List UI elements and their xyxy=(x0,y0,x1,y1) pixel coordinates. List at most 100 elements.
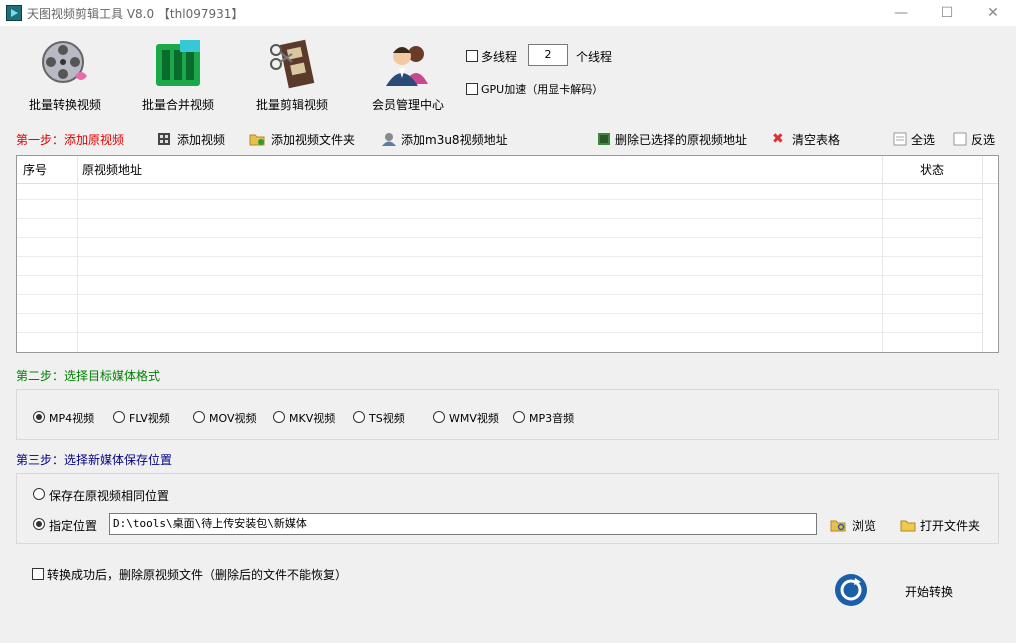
thread-count-input[interactable]: 2 xyxy=(528,44,568,66)
select-all-label: 全选 xyxy=(911,133,936,147)
column-divider xyxy=(882,156,883,352)
gpu-checkbox[interactable] xyxy=(466,83,478,95)
column-path[interactable]: 原视频地址 xyxy=(82,161,142,178)
same-location-radio[interactable] xyxy=(33,488,45,500)
video-table[interactable]: 序号 原视频地址 状态 xyxy=(16,155,999,353)
format-wmv-label: WMV视频 xyxy=(449,412,499,425)
add-video-label: 添加视频 xyxy=(177,133,226,147)
add-folder-button[interactable]: 添加视频文件夹 xyxy=(249,131,359,147)
format-mov-option[interactable]: MOV视频 xyxy=(193,410,263,426)
film-strips-icon xyxy=(152,38,204,90)
format-wmv-radio[interactable] xyxy=(433,411,445,423)
window-title: 天图视频剪辑工具 V8.0 【thl097931】 xyxy=(27,7,244,21)
close-button[interactable]: ✕ xyxy=(970,0,1016,26)
thread-unit-label: 个线程 xyxy=(576,50,613,64)
users-icon xyxy=(382,38,434,90)
batch-convert-button[interactable]: 批量转换视频 xyxy=(15,30,115,120)
table-row xyxy=(17,256,982,257)
maximize-button[interactable]: ☐ xyxy=(924,0,970,26)
table-header: 序号 原视频地址 状态 xyxy=(17,156,998,184)
save-path-input[interactable]: D:\tools\桌面\待上传安装包\新媒体 xyxy=(109,513,817,535)
format-mp3-option[interactable]: MP3音频 xyxy=(513,410,583,426)
app-icon xyxy=(6,5,22,21)
format-mkv-option[interactable]: MKV视频 xyxy=(273,410,343,426)
page-blank-icon xyxy=(953,132,967,149)
delete-after-checkbox[interactable] xyxy=(32,568,44,580)
format-mkv-label: MKV视频 xyxy=(289,412,336,425)
format-ts-option[interactable]: TS视频 xyxy=(353,410,423,426)
batch-convert-label: 批量转换视频 xyxy=(28,98,101,112)
add-m3u8-label: 添加m3u8视频地址 xyxy=(401,133,508,147)
multithread-label: 多线程 xyxy=(481,50,518,64)
step1-title: 第一步：添加原视频 xyxy=(16,133,125,147)
delete-after-label: 转换成功后，删除原视频文件（删除后的文件不能恢复） xyxy=(47,568,348,582)
format-flv-label: FLV视频 xyxy=(129,412,170,425)
column-index[interactable]: 序号 xyxy=(23,161,47,178)
table-row xyxy=(17,294,982,295)
multithread-checkbox[interactable] xyxy=(466,50,478,62)
open-folder-label: 打开文件夹 xyxy=(920,519,981,533)
film-delete-icon xyxy=(597,132,611,149)
user-link-icon xyxy=(381,132,397,149)
format-mp3-label: MP3音频 xyxy=(529,412,575,425)
clear-table-label: 清空表格 xyxy=(792,133,841,147)
format-flv-option[interactable]: FLV视频 xyxy=(113,410,183,426)
folder-open-icon xyxy=(900,518,916,535)
gpu-label: GPU加速（用显卡解码） xyxy=(481,83,604,96)
folder-add-icon xyxy=(249,132,265,149)
batch-merge-label: 批量合并视频 xyxy=(141,98,214,112)
format-ts-label: TS视频 xyxy=(369,412,405,425)
member-center-button[interactable]: 会员管理中心 xyxy=(358,30,458,120)
format-mov-radio[interactable] xyxy=(193,411,205,423)
format-ts-radio[interactable] xyxy=(353,411,365,423)
clear-table-button[interactable]: ✖ 清空表格 xyxy=(772,131,844,147)
specify-location-option[interactable]: 指定位置 xyxy=(33,517,105,533)
specify-location-radio[interactable] xyxy=(33,518,45,530)
open-folder-button[interactable]: 打开文件夹 xyxy=(900,517,984,533)
film-add-icon xyxy=(157,132,171,149)
column-status[interactable]: 状态 xyxy=(920,161,944,178)
table-row xyxy=(17,313,982,314)
column-divider xyxy=(77,156,78,352)
format-mkv-radio[interactable] xyxy=(273,411,285,423)
film-reel-icon xyxy=(39,38,91,90)
browse-label: 浏览 xyxy=(852,519,877,533)
invert-selection-button[interactable]: 反选 xyxy=(953,131,999,147)
select-all-button[interactable]: 全选 xyxy=(893,131,939,147)
same-location-label: 保存在原视频相同位置 xyxy=(49,489,170,503)
add-m3u8-button[interactable]: 添加m3u8视频地址 xyxy=(381,131,508,149)
start-convert-button[interactable]: 开始转换 xyxy=(833,572,967,608)
same-location-option[interactable]: 保存在原视频相同位置 xyxy=(33,487,183,503)
table-row xyxy=(17,218,982,219)
format-mov-label: MOV视频 xyxy=(209,412,257,425)
column-divider xyxy=(982,156,983,352)
table-row xyxy=(17,275,982,276)
format-flv-radio[interactable] xyxy=(113,411,125,423)
delete-selected-label: 删除已选择的原视频地址 xyxy=(615,133,748,147)
table-row xyxy=(17,199,982,200)
minimize-button[interactable]: — xyxy=(878,0,924,26)
add-folder-label: 添加视频文件夹 xyxy=(271,133,356,147)
folder-search-icon xyxy=(830,518,846,535)
step3-title: 第三步：选择新媒体保存位置 xyxy=(16,453,173,467)
format-wmv-option[interactable]: WMV视频 xyxy=(433,410,503,426)
format-mp4-option[interactable]: MP4视频 xyxy=(33,410,103,426)
table-row xyxy=(17,237,982,238)
format-mp4-label: MP4视频 xyxy=(49,412,95,425)
add-video-button[interactable]: 添加视频 xyxy=(157,131,227,147)
batch-clip-button[interactable]: 批量剪辑视频 xyxy=(242,30,342,120)
refresh-icon xyxy=(833,572,869,611)
step2-title: 第二步：选择目标媒体格式 xyxy=(16,369,161,383)
batch-clip-label: 批量剪辑视频 xyxy=(255,98,328,112)
browse-button[interactable]: 浏览 xyxy=(830,517,880,533)
format-mp3-radio[interactable] xyxy=(513,411,525,423)
delete-selected-button[interactable]: 删除已选择的原视频地址 xyxy=(597,131,752,147)
table-row xyxy=(17,332,982,333)
start-convert-label: 开始转换 xyxy=(905,585,954,599)
page-icon xyxy=(893,132,907,149)
scissors-film-icon xyxy=(266,38,318,90)
batch-merge-button[interactable]: 批量合并视频 xyxy=(128,30,228,120)
red-x-icon: ✖ xyxy=(772,131,784,147)
member-center-label: 会员管理中心 xyxy=(371,98,444,112)
format-mp4-radio[interactable] xyxy=(33,411,45,423)
